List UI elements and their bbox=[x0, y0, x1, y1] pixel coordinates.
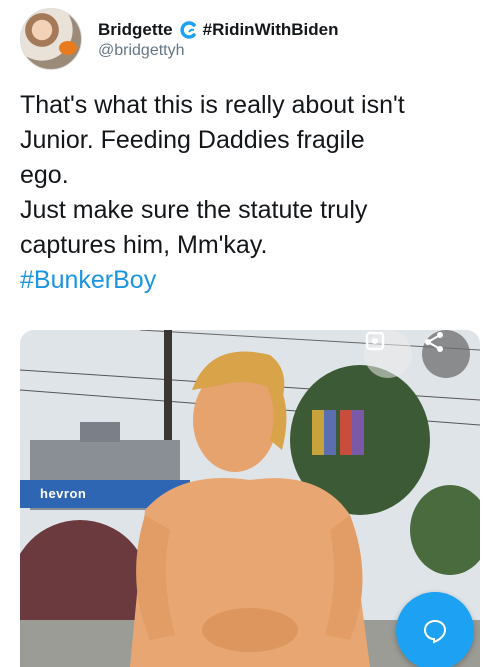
share-button[interactable] bbox=[422, 330, 470, 378]
tweet-text-line: Just make sure the statute truly bbox=[20, 196, 368, 224]
tweet-card: Bridgette #RidinWithBiden @bridgettyh Th… bbox=[0, 0, 500, 667]
expand-icon bbox=[365, 331, 385, 351]
pumpkin-icon bbox=[59, 41, 77, 55]
avatar[interactable] bbox=[20, 8, 82, 70]
author-handle[interactable]: @bridgettyh bbox=[98, 42, 185, 60]
tweet-header: Bridgette #RidinWithBiden @bridgettyh bbox=[20, 8, 490, 72]
tweet-text-line: That's what this is really about isn't bbox=[20, 91, 405, 119]
author-name-hashtag: #RidinWithBiden bbox=[202, 20, 339, 39]
tweet-text: That's what this is really about isn't J… bbox=[20, 88, 490, 298]
tweet-text-line: ego. bbox=[20, 161, 69, 189]
tweet-text-line: captures him, Mm'kay. bbox=[20, 231, 268, 259]
share-icon bbox=[425, 332, 443, 352]
hashtag-link[interactable]: #BunkerBoy bbox=[20, 263, 490, 298]
expand-button[interactable] bbox=[364, 330, 412, 378]
tweet-text-line: Junior. Feeding Daddies fragile bbox=[20, 126, 365, 154]
author-name-line[interactable]: Bridgette #RidinWithBiden bbox=[98, 20, 338, 40]
reply-fab[interactable] bbox=[396, 592, 474, 667]
wave-icon bbox=[179, 21, 197, 39]
reply-bubble-icon bbox=[423, 619, 447, 644]
author-display-name[interactable]: Bridgette bbox=[98, 20, 173, 40]
sign-text: hevron bbox=[40, 486, 87, 501]
